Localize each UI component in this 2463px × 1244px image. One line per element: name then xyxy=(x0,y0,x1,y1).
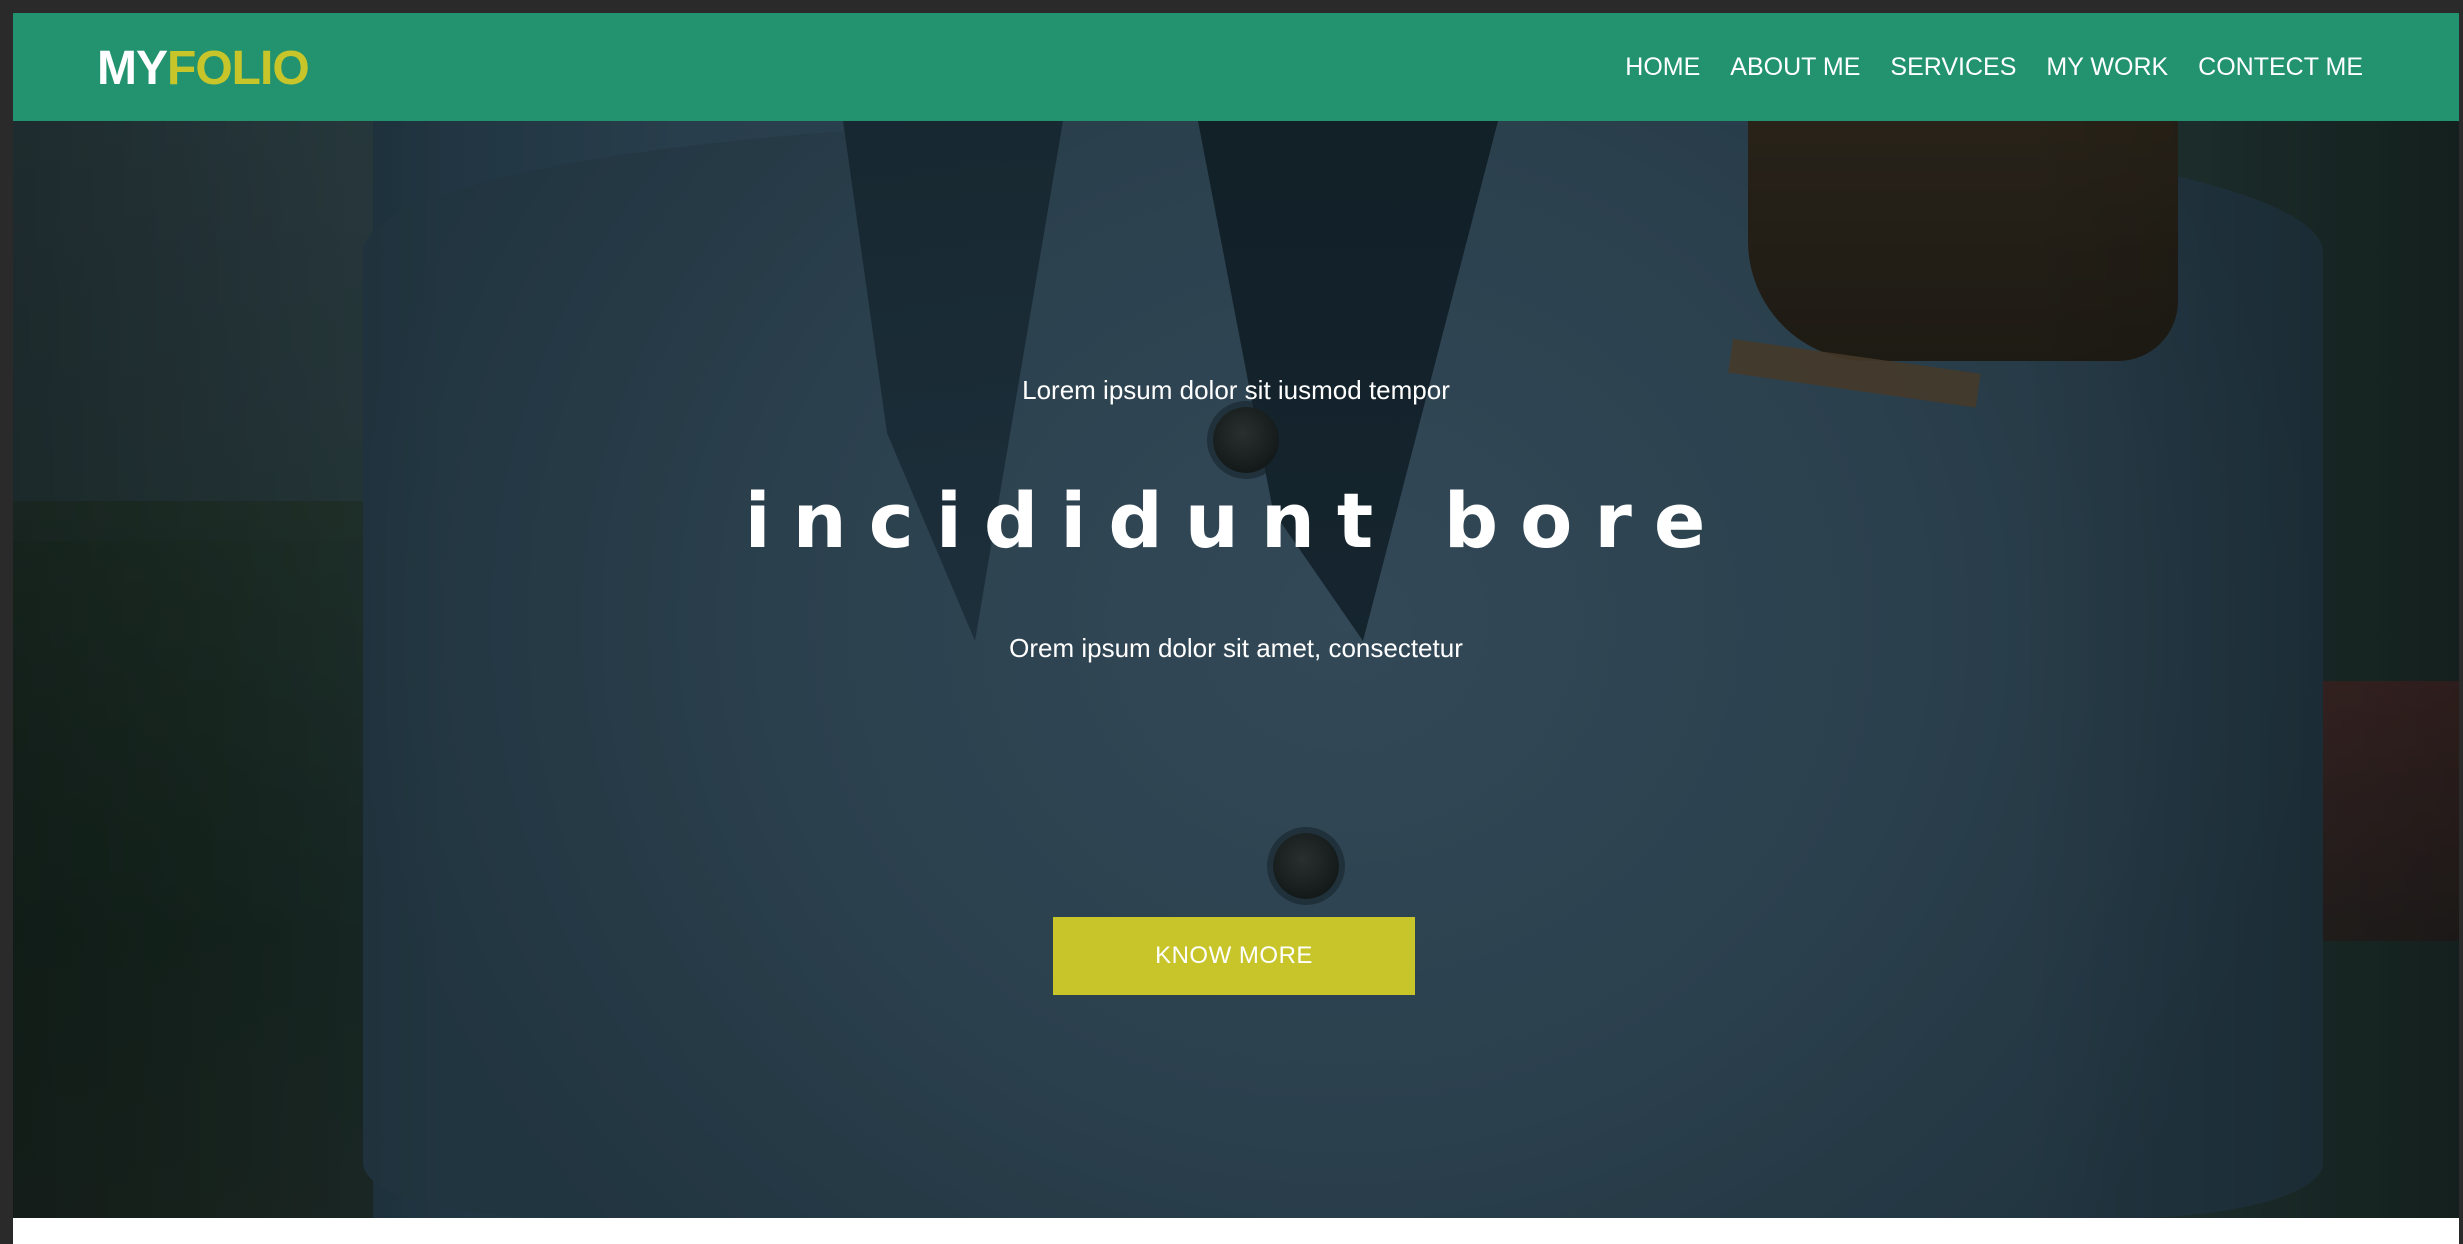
browser-viewport: MYFOLIO HOME ABOUT ME SERVICES MY WORK C… xyxy=(0,0,2463,1244)
nav-home[interactable]: HOME xyxy=(1625,51,1700,83)
nav-contect-me[interactable]: CONTECT ME xyxy=(2198,51,2363,83)
hero-text: Orem ipsum dolor sit amet, consectetur xyxy=(1009,633,1463,663)
window-left-border xyxy=(0,0,13,1244)
hero-vignette xyxy=(13,121,2459,1218)
main-nav: HOME ABOUT ME SERVICES MY WORK CONTECT M… xyxy=(1625,51,2363,83)
nav-my-work[interactable]: MY WORK xyxy=(2046,51,2168,83)
window-top-border xyxy=(0,0,2463,13)
logo-folio: FOLIO xyxy=(167,42,310,95)
window-right-border xyxy=(2459,0,2463,1244)
hero-subtitle: Lorem ipsum dolor sit iusmod tempor xyxy=(1022,375,1450,405)
hero-title: incididunt bore xyxy=(744,476,1728,565)
page-bottom-strip xyxy=(13,1218,2459,1244)
know-more-button[interactable]: KNOW MORE xyxy=(1053,917,1415,995)
navbar: MYFOLIO HOME ABOUT ME SERVICES MY WORK C… xyxy=(13,13,2459,121)
nav-services[interactable]: SERVICES xyxy=(1890,51,2016,83)
nav-about-me[interactable]: ABOUT ME xyxy=(1730,51,1860,83)
site-logo[interactable]: MYFOLIO xyxy=(97,41,310,97)
logo-my: MY xyxy=(97,42,168,95)
hero-section: Lorem ipsum dolor sit iusmod tempor inci… xyxy=(13,121,2459,1218)
